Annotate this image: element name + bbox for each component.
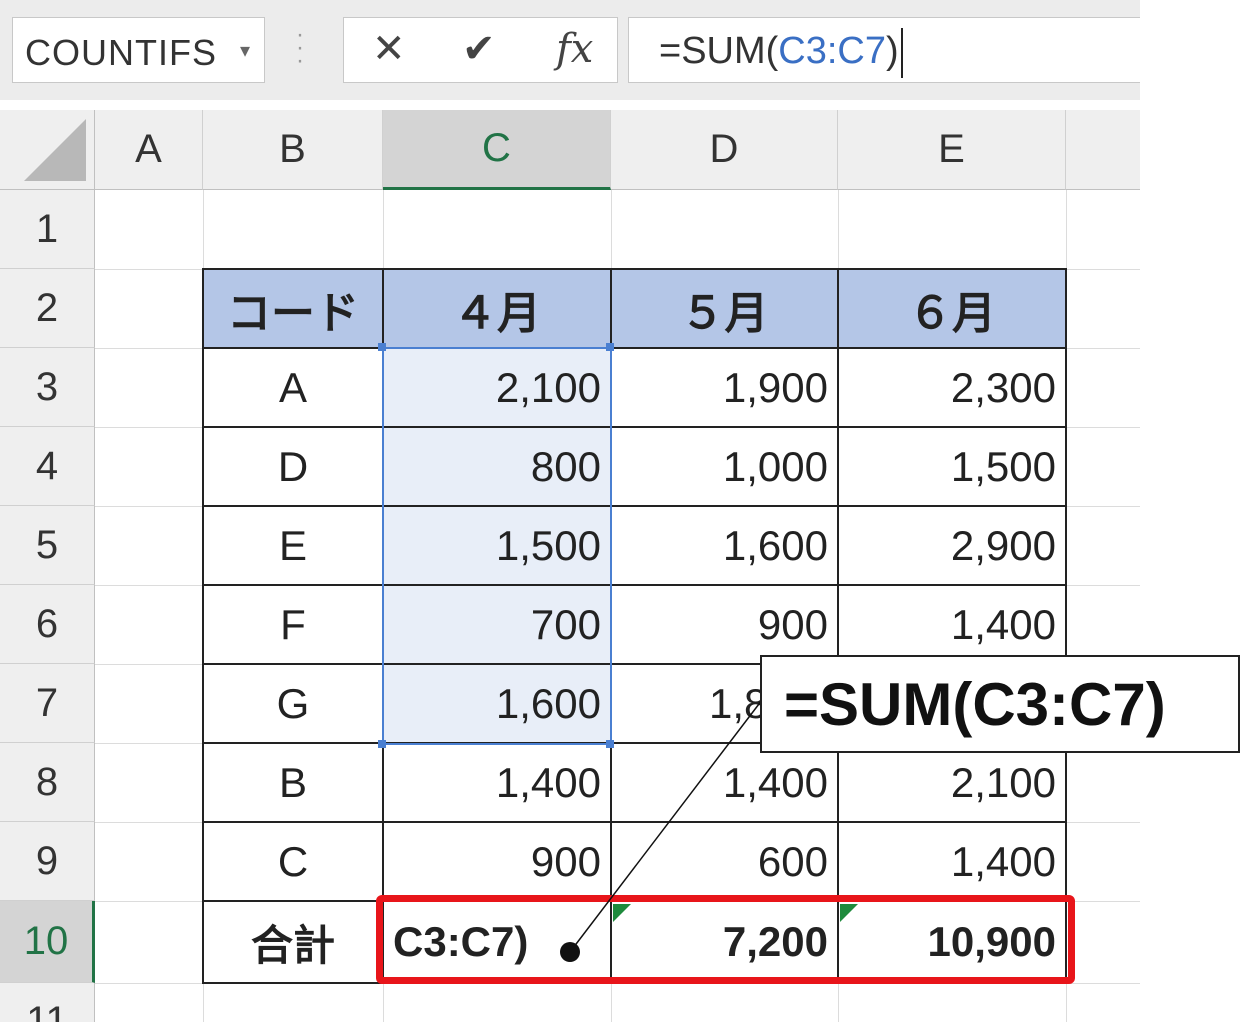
selection-handle[interactable] xyxy=(378,343,386,351)
column-header-e[interactable]: E xyxy=(838,110,1066,190)
selection-handle[interactable] xyxy=(606,343,614,351)
row-header-1[interactable]: 1 xyxy=(0,190,95,269)
cell-c9[interactable]: 900 xyxy=(383,822,611,901)
chevron-down-icon[interactable]: ▾ xyxy=(240,38,250,63)
row-header-9[interactable]: 9 xyxy=(0,822,95,901)
row-header-8[interactable]: 8 xyxy=(0,743,95,822)
cell-b10-total-label[interactable]: 合計 xyxy=(203,901,383,983)
cell-e3[interactable]: 2,300 xyxy=(838,348,1066,427)
worksheet-grid: A B C D E 1 2 3 4 5 6 7 8 9 10 11 コード ４月… xyxy=(0,110,1140,1022)
cell-e4[interactable]: 1,500 xyxy=(838,427,1066,506)
cell-c8[interactable]: 1,400 xyxy=(383,743,611,822)
range-selection-c3-c7 xyxy=(382,347,612,745)
cell-d5[interactable]: 1,600 xyxy=(611,506,838,585)
row-header-4[interactable]: 4 xyxy=(0,427,95,506)
text-caret xyxy=(901,28,903,78)
cell-d6[interactable]: 900 xyxy=(611,585,838,664)
cell-c2-header[interactable]: ４月 xyxy=(383,269,611,348)
row-header-10[interactable]: 10 xyxy=(0,901,95,983)
selection-handle[interactable] xyxy=(606,740,614,748)
leader-dot xyxy=(560,942,580,962)
column-header-f[interactable] xyxy=(1066,110,1140,190)
cell-e9[interactable]: 1,400 xyxy=(838,822,1066,901)
row-header-11[interactable]: 11 xyxy=(0,983,95,1022)
drag-handle-icon[interactable]: · · · xyxy=(296,23,304,73)
column-header-b[interactable]: B xyxy=(203,110,383,190)
cell-b3[interactable]: A xyxy=(203,348,383,427)
cell-b5[interactable]: E xyxy=(203,506,383,585)
formula-text: =SUM(C3:C7) xyxy=(659,30,899,72)
cell-b4[interactable]: D xyxy=(203,427,383,506)
row-header-2[interactable]: 2 xyxy=(0,269,95,348)
cell-b8[interactable]: B xyxy=(203,743,383,822)
row-header-7[interactable]: 7 xyxy=(0,664,95,743)
column-header-a[interactable]: A xyxy=(95,110,203,190)
cell-d9[interactable]: 600 xyxy=(611,822,838,901)
row-header-5[interactable]: 5 xyxy=(0,506,95,585)
highlight-box xyxy=(376,895,1075,984)
cell-d4[interactable]: 1,000 xyxy=(611,427,838,506)
name-box[interactable]: COUNTIFS ▾ xyxy=(12,17,265,83)
column-header-c[interactable]: C xyxy=(383,110,611,190)
select-all-button[interactable] xyxy=(0,110,95,190)
formula-bar: COUNTIFS ▾ · · · ✕ ✔ fx =SUM(C3:C7) xyxy=(0,0,1140,100)
insert-function-icon[interactable]: fx xyxy=(556,26,593,72)
name-box-value: COUNTIFS xyxy=(25,32,217,73)
cell-b9[interactable]: C xyxy=(203,822,383,901)
cell-d2-header[interactable]: ５月 xyxy=(611,269,838,348)
cell-e5[interactable]: 2,900 xyxy=(838,506,1066,585)
cell-e8[interactable]: 2,100 xyxy=(838,743,1066,822)
cancel-icon[interactable]: ✕ xyxy=(372,26,406,72)
cell-e6[interactable]: 1,400 xyxy=(838,585,1066,664)
enter-icon[interactable]: ✔ xyxy=(462,26,496,72)
column-header-d[interactable]: D xyxy=(611,110,838,190)
cell-e2-header[interactable]: ６月 xyxy=(838,269,1066,348)
formula-callout: =SUM(C3:C7) xyxy=(760,655,1240,753)
selection-handle[interactable] xyxy=(378,740,386,748)
cell-d8[interactable]: 1,400 xyxy=(611,743,838,822)
cell-b7[interactable]: G xyxy=(203,664,383,743)
formula-input[interactable]: =SUM(C3:C7) xyxy=(628,17,1140,83)
cell-d3[interactable]: 1,900 xyxy=(611,348,838,427)
row-header-3[interactable]: 3 xyxy=(0,348,95,427)
cell-b6[interactable]: F xyxy=(203,585,383,664)
cell-b2-header[interactable]: コード xyxy=(203,269,383,348)
row-header-6[interactable]: 6 xyxy=(0,585,95,664)
formula-buttons: ✕ ✔ fx xyxy=(343,17,618,83)
